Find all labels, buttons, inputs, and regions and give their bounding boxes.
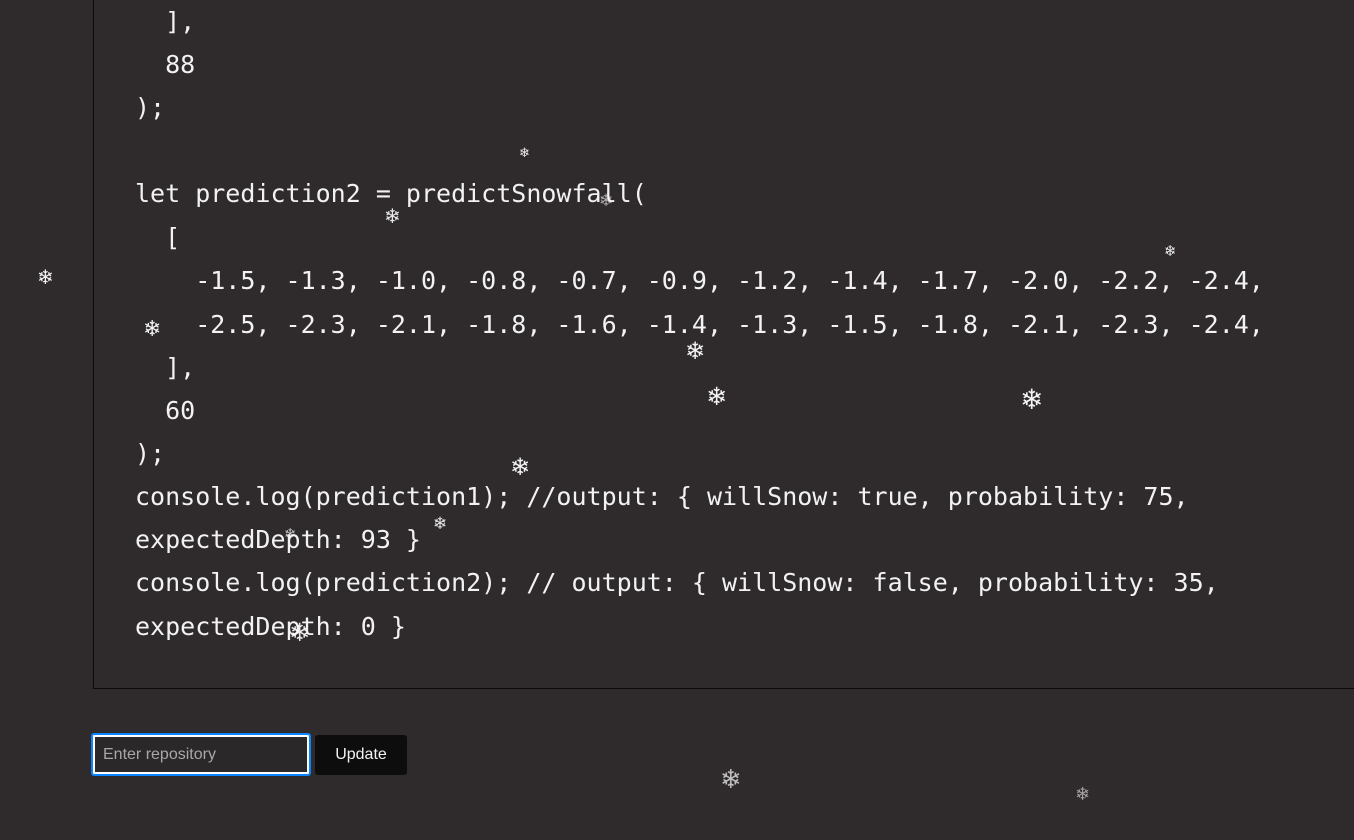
code-line: 88 — [135, 50, 196, 79]
snowflake-icon: ❄ — [720, 765, 742, 795]
code-line: ], — [135, 7, 196, 36]
code-line: expectedDepth: 0 } — [135, 612, 406, 641]
code-panel: ], 88 ); let prediction2 = predictSnowfa… — [93, 0, 1354, 689]
code-line: expectedDepth: 93 } — [135, 525, 421, 554]
repository-input[interactable] — [91, 733, 311, 776]
snowflake-icon: ❄ — [37, 265, 54, 289]
code-line: let prediction2 = predictSnowfall( — [135, 179, 647, 208]
code-line: ], — [135, 353, 196, 382]
code-line: -2.5, -2.3, -2.1, -1.8, -1.6, -1.4, -1.3… — [135, 310, 1264, 339]
code-line: 60 — [135, 396, 196, 425]
code-line: -1.5, -1.3, -1.0, -0.8, -0.7, -0.9, -1.2… — [135, 266, 1264, 295]
code-line: console.log(prediction1); //output: { wi… — [135, 482, 1189, 511]
code-line: ); — [135, 439, 166, 468]
code-line: console.log(prediction2); // output: { w… — [135, 568, 1219, 597]
snowflake-icon: ❄ — [1075, 784, 1091, 805]
code-line: ); — [135, 93, 166, 122]
update-button[interactable]: Update — [315, 735, 407, 775]
code-line: [ — [135, 223, 181, 252]
